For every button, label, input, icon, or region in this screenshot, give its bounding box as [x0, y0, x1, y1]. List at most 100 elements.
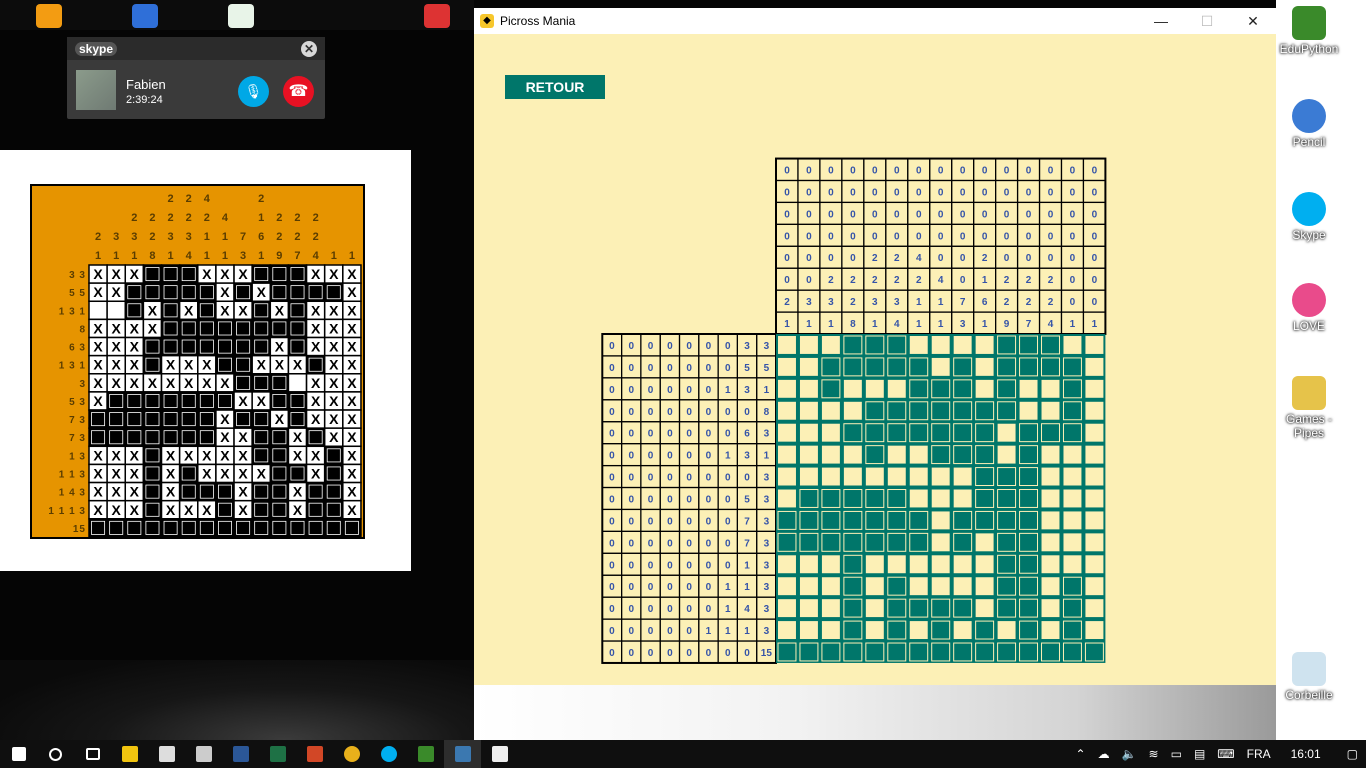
grid-cell-filled[interactable]: [953, 598, 973, 618]
close-icon[interactable]: ✕: [301, 40, 317, 57]
grid-cell-filled[interactable]: [1019, 598, 1039, 618]
grid-cell-empty[interactable]: [865, 467, 884, 486]
keyboard-icon[interactable]: ⌨: [1217, 747, 1234, 761]
grid-cell-empty[interactable]: [1041, 467, 1060, 486]
grid-cell-empty[interactable]: [778, 467, 796, 486]
grid-cell-filled[interactable]: [953, 423, 973, 443]
grid-cell-filled[interactable]: [1062, 576, 1082, 596]
grid-cell-filled[interactable]: [953, 445, 973, 465]
grid-cell-filled[interactable]: [865, 335, 885, 355]
grid-cell-empty[interactable]: [887, 467, 906, 486]
grid-cell-filled[interactable]: [821, 642, 841, 662]
grid-cell-empty[interactable]: [1085, 467, 1104, 486]
grid-cell-empty[interactable]: [1041, 445, 1060, 464]
grid-cell-filled[interactable]: [887, 532, 907, 552]
grid-cell-empty[interactable]: [931, 577, 950, 596]
grid-cell-empty[interactable]: [1085, 555, 1104, 574]
grid-cell-filled[interactable]: [865, 423, 885, 443]
grid-cell-filled[interactable]: [997, 335, 1017, 355]
grid-cell-filled[interactable]: [1019, 335, 1039, 355]
desktop-icon-games-pipes[interactable]: Games - Pipes: [1274, 376, 1344, 440]
grid-cell-empty[interactable]: [1085, 489, 1104, 508]
desktop-icon-recycle-bin[interactable]: Corbeille: [1274, 652, 1344, 702]
grid-cell-filled[interactable]: [1019, 642, 1039, 662]
grid-cell-filled[interactable]: [1019, 510, 1039, 530]
grid-cell-empty[interactable]: [953, 467, 972, 486]
grid-cell-filled[interactable]: [953, 532, 973, 552]
grid-cell-filled[interactable]: [1019, 554, 1039, 574]
grid-cell-empty[interactable]: [821, 401, 840, 420]
grid-cell-filled[interactable]: [931, 423, 951, 443]
grid-cell-empty[interactable]: [953, 555, 972, 574]
grid-cell-empty[interactable]: [1019, 379, 1038, 398]
grid-cell-empty[interactable]: [1085, 379, 1104, 398]
grid-cell-empty[interactable]: [1085, 511, 1104, 530]
grid-cell-empty[interactable]: [1041, 489, 1060, 508]
grid-cell-empty[interactable]: [1063, 445, 1082, 464]
grid-cell-empty[interactable]: [931, 533, 950, 552]
grid-cell-filled[interactable]: [821, 510, 841, 530]
grid-cell-empty[interactable]: [975, 357, 994, 376]
grid-cell-filled[interactable]: [997, 489, 1017, 508]
grid-cell-filled[interactable]: [799, 510, 819, 530]
grid-cell-filled[interactable]: [887, 642, 907, 662]
grid-cell-filled[interactable]: [931, 445, 951, 465]
grid-cell-empty[interactable]: [1085, 357, 1104, 376]
grid-cell-filled[interactable]: [843, 357, 863, 377]
grid-cell-filled[interactable]: [953, 642, 973, 662]
minimize-button[interactable]: —: [1138, 8, 1184, 34]
grid-cell-filled[interactable]: [1062, 357, 1082, 377]
grid-cell-filled[interactable]: [1019, 576, 1039, 596]
grid-cell-empty[interactable]: [975, 533, 994, 552]
grid-cell-filled[interactable]: [975, 642, 995, 662]
grid-cell-filled[interactable]: [997, 554, 1017, 574]
grid-cell-filled[interactable]: [1041, 357, 1060, 377]
grid-cell-empty[interactable]: [778, 423, 796, 442]
grid-cell-empty[interactable]: [778, 489, 796, 508]
grid-cell-filled[interactable]: [975, 445, 995, 465]
grid-cell-empty[interactable]: [909, 555, 928, 574]
grid-cell-filled[interactable]: [1062, 423, 1082, 443]
grid-cell-empty[interactable]: [975, 379, 994, 398]
grid-cell-empty[interactable]: [953, 336, 972, 354]
grid-cell-empty[interactable]: [1041, 577, 1060, 596]
grid-cell-filled[interactable]: [865, 510, 885, 530]
grid-cell-filled[interactable]: [953, 357, 973, 377]
grid-cell-filled[interactable]: [887, 335, 907, 355]
grid-cell-filled[interactable]: [843, 576, 863, 596]
start-button[interactable]: [0, 740, 37, 768]
grid-cell-filled[interactable]: [777, 510, 797, 530]
task-view-button[interactable]: [74, 740, 111, 768]
grid-cell-filled[interactable]: [887, 598, 907, 618]
notification-icon[interactable]: ▢: [1347, 747, 1358, 761]
grid-cell-filled[interactable]: [931, 598, 951, 618]
grid-cell-filled[interactable]: [843, 598, 863, 618]
grid-cell-empty[interactable]: [778, 555, 796, 574]
app-icon[interactable]: [228, 4, 254, 28]
grid-cell-empty[interactable]: [799, 357, 818, 376]
grid-cell-empty[interactable]: [778, 401, 796, 420]
cloud-icon[interactable]: ☁: [1098, 747, 1110, 761]
grid-cell-filled[interactable]: [997, 379, 1017, 399]
grid-cell-empty[interactable]: [865, 577, 884, 596]
grid-cell-empty[interactable]: [799, 577, 818, 596]
grid-cell-filled[interactable]: [1062, 642, 1082, 662]
desktop-icon-pencil[interactable]: Pencil: [1274, 99, 1344, 149]
grid-cell-empty[interactable]: [778, 621, 796, 640]
battery-icon[interactable]: ▭: [1171, 747, 1182, 761]
grid-cell-filled[interactable]: [821, 532, 841, 552]
grid-cell-empty[interactable]: [1041, 511, 1060, 530]
taskbar-python[interactable]: [444, 740, 481, 768]
grid-cell-empty[interactable]: [1085, 577, 1104, 596]
grid-cell-filled[interactable]: [865, 532, 885, 552]
grid-cell-empty[interactable]: [865, 379, 884, 398]
grid-cell-empty[interactable]: [1063, 511, 1082, 530]
grid-cell-empty[interactable]: [821, 467, 840, 486]
grid-cell-filled[interactable]: [975, 401, 995, 421]
grid-cell-filled[interactable]: [909, 598, 929, 618]
grid-cell-empty[interactable]: [799, 423, 818, 442]
taskbar-skype[interactable]: [370, 740, 407, 768]
grid-cell-empty[interactable]: [931, 511, 950, 530]
grid-cell-filled[interactable]: [975, 467, 995, 487]
grid-cell-empty[interactable]: [1041, 401, 1060, 420]
